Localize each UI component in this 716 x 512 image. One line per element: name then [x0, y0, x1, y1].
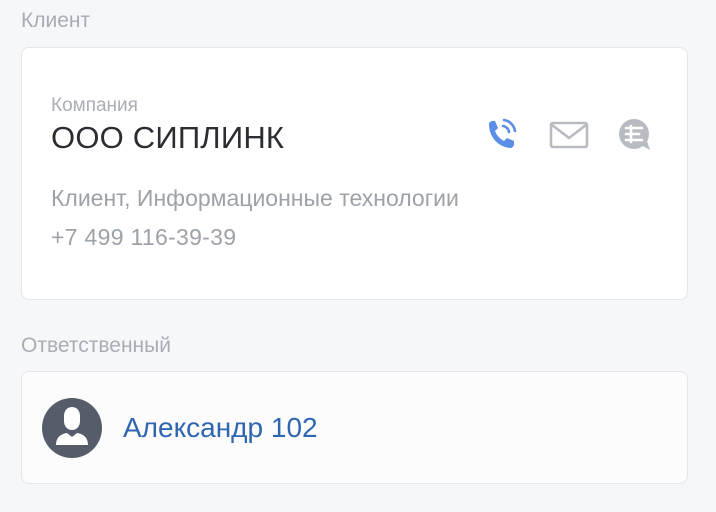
company-caption: Компания: [51, 95, 138, 116]
company-phone[interactable]: +7 499 116-39-39: [51, 224, 236, 251]
client-section-label: Клиент: [21, 9, 91, 32]
chat-bubble-icon: [619, 119, 650, 150]
envelope-icon: [549, 121, 589, 149]
email-button[interactable]: [549, 115, 589, 155]
company-tags: Клиент, Информационные технологии: [51, 185, 459, 211]
responsible-section-label: Ответственный: [21, 334, 171, 357]
company-name: ООО СИПЛИНК: [51, 120, 285, 155]
responsible-person-link[interactable]: Александр 102: [123, 412, 318, 444]
avatar[interactable]: [42, 398, 102, 458]
call-button[interactable]: [481, 115, 521, 155]
responsible-card: Александр 102: [21, 371, 688, 484]
client-card: Компания ООО СИПЛИНК Клиент, Информацион…: [21, 47, 688, 300]
chat-button[interactable]: [615, 115, 655, 155]
phone-call-icon: [489, 118, 517, 148]
user-silhouette-icon: [56, 407, 88, 445]
